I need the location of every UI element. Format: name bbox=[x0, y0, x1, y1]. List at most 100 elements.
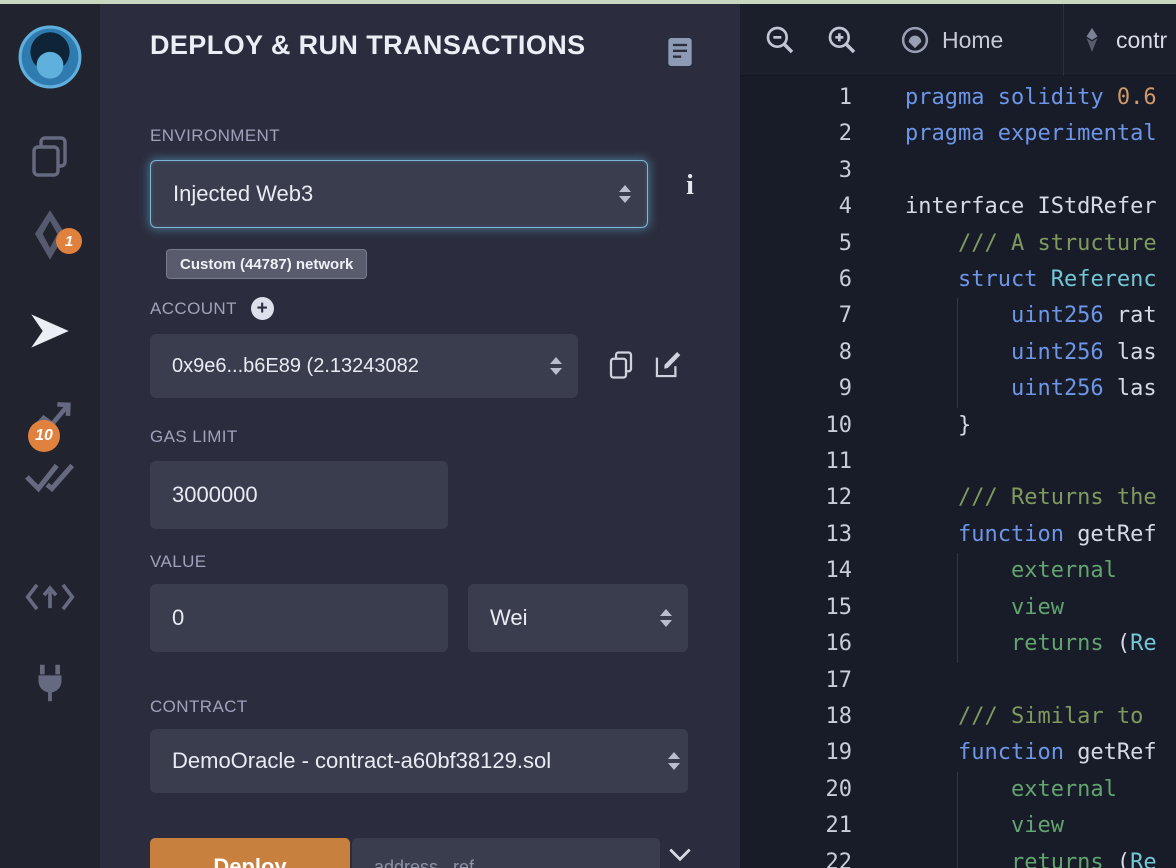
line-numbers: 1 2 3 4 5 6 7 8 9 10 11 12 13 14 15 16 17 18 19 20 21 22 bbox=[740, 80, 853, 868]
code-line[interactable]: uint256 las bbox=[905, 371, 1157, 407]
code-line[interactable]: uint256 las bbox=[905, 335, 1157, 371]
code-line[interactable]: interface IStdRefer bbox=[905, 189, 1157, 225]
chevron-updown-icon bbox=[550, 357, 562, 375]
code-token: uint256 bbox=[905, 376, 1117, 402]
zoom-in-button[interactable] bbox=[826, 24, 858, 61]
compiler-badge: 1 bbox=[56, 228, 82, 254]
code-line[interactable]: struct Referenc bbox=[905, 262, 1157, 298]
account-select[interactable]: 0x9e6...b6E89 (2.13243082 bbox=[150, 334, 578, 398]
contract-label: CONTRACT bbox=[150, 697, 248, 716]
network-badge: Custom (44787) network bbox=[166, 249, 368, 279]
code-line[interactable]: pragma solidity 0.6 bbox=[905, 80, 1157, 116]
solidity-compiler-button[interactable]: 1 bbox=[0, 208, 100, 264]
line-number: 2 bbox=[838, 121, 852, 147]
code-line[interactable]: function getRef bbox=[905, 517, 1157, 553]
line-number: 17 bbox=[825, 667, 853, 693]
environment-select[interactable]: Injected Web3 bbox=[150, 160, 648, 228]
code-token: 0.6 bbox=[1116, 85, 1157, 110]
remix-ide-window: 1 10 DEPLOY & RUN TRANSACTIONS ENVIRONME… bbox=[0, 0, 1176, 868]
constructor-args-field bbox=[352, 838, 660, 868]
plug-icon bbox=[38, 664, 62, 702]
code-token: getRef bbox=[1077, 521, 1157, 547]
edit-account-icon[interactable] bbox=[652, 348, 684, 387]
line-number: 16 bbox=[825, 631, 853, 657]
constructor-args-input[interactable] bbox=[352, 838, 660, 868]
tab-contract[interactable]: contr bbox=[1080, 4, 1176, 76]
file-explorer-icon bbox=[32, 136, 67, 177]
account-value: 0x9e6...b6E89 (2.13243082 bbox=[172, 354, 419, 377]
code-token: ( bbox=[1116, 631, 1131, 657]
code-line[interactable]: uint256 rat bbox=[905, 298, 1157, 334]
file-explorer-button[interactable] bbox=[0, 133, 100, 181]
gas-limit-input[interactable] bbox=[150, 461, 448, 529]
line-number: 1 bbox=[838, 85, 852, 110]
remix-logo bbox=[0, 24, 100, 90]
double-check-icon bbox=[25, 463, 75, 493]
sourcify-button[interactable] bbox=[0, 576, 100, 618]
value-input[interactable] bbox=[150, 584, 448, 652]
code-line[interactable]: /// Returns the bbox=[905, 480, 1157, 516]
zoom-out-button[interactable] bbox=[764, 24, 796, 61]
code-token: las bbox=[1116, 339, 1157, 365]
value-unit: Wei bbox=[490, 605, 528, 630]
code-line[interactable]: returns (Re bbox=[905, 845, 1157, 868]
code-token: uint256 bbox=[905, 339, 1117, 365]
code-line[interactable]: view bbox=[905, 808, 1157, 844]
line-number: 9 bbox=[838, 376, 852, 402]
analysis-button[interactable]: 10 bbox=[0, 394, 100, 452]
line-number: 10 bbox=[825, 412, 853, 438]
code-token: pragma experimental bbox=[905, 121, 1157, 147]
code-line[interactable]: /// A structure bbox=[905, 226, 1157, 262]
gas-limit-label: GAS LIMIT bbox=[150, 427, 238, 446]
code-line[interactable] bbox=[905, 153, 1157, 189]
code-token: /// Returns the bbox=[905, 485, 1157, 511]
code-token: Referenc bbox=[1050, 267, 1157, 293]
line-number: 21 bbox=[825, 813, 853, 839]
expand-args-icon[interactable] bbox=[666, 846, 694, 868]
code-line[interactable]: function getRef bbox=[905, 735, 1157, 771]
code-token: external bbox=[905, 776, 1117, 802]
line-number: 19 bbox=[825, 740, 853, 766]
line-number: 3 bbox=[838, 157, 852, 183]
code-line[interactable]: } bbox=[905, 408, 1157, 444]
contract-select[interactable]: DemoOracle - contract-a60bf38129.sol bbox=[150, 729, 688, 793]
code-line[interactable]: external bbox=[905, 553, 1157, 589]
value-label: VALUE bbox=[150, 552, 207, 571]
code-token: /// Similar to bbox=[905, 703, 1144, 729]
tab-divider bbox=[1063, 4, 1064, 76]
code-line[interactable]: external bbox=[905, 772, 1157, 808]
info-icon[interactable]: i bbox=[678, 170, 702, 204]
code-line[interactable]: returns (Re bbox=[905, 626, 1157, 662]
code-line[interactable] bbox=[905, 444, 1157, 480]
chevron-updown-icon bbox=[660, 609, 672, 627]
home-remix-icon bbox=[901, 26, 929, 54]
account-label: ACCOUNT + bbox=[150, 297, 274, 320]
line-number: 12 bbox=[825, 485, 853, 511]
code-line[interactable]: pragma experimental bbox=[905, 116, 1157, 152]
documentation-icon[interactable] bbox=[666, 36, 694, 73]
contract-value: DemoOracle - contract-a60bf38129.sol bbox=[172, 748, 552, 773]
copy-account-icon[interactable] bbox=[606, 348, 636, 387]
unit-testing-button[interactable] bbox=[0, 456, 100, 498]
line-number: 14 bbox=[825, 558, 853, 584]
value-unit-select[interactable]: Wei bbox=[468, 584, 688, 652]
environment-label: ENVIRONMENT bbox=[150, 126, 281, 145]
line-number: 4 bbox=[838, 194, 852, 220]
line-number: 8 bbox=[838, 339, 852, 365]
line-number: 7 bbox=[838, 303, 852, 329]
deploy-button[interactable]: Deploy bbox=[150, 838, 350, 868]
code-area[interactable]: 1 2 3 4 5 6 7 8 9 10 11 12 13 14 15 16 17 18 19 20 21 22 prag… bbox=[740, 76, 1176, 868]
deploy-run-button[interactable] bbox=[0, 306, 100, 356]
code-line[interactable]: /// Similar to bbox=[905, 699, 1157, 735]
code-token: interface IStdRefer bbox=[905, 194, 1157, 220]
plugin-manager-button[interactable] bbox=[0, 660, 100, 706]
code-line[interactable] bbox=[905, 663, 1157, 699]
deploy-run-panel: DEPLOY & RUN TRANSACTIONS ENVIRONMENT In… bbox=[100, 4, 740, 868]
tab-home[interactable]: Home bbox=[900, 4, 1003, 76]
value-field bbox=[150, 584, 448, 652]
add-account-icon[interactable]: + bbox=[250, 297, 274, 320]
line-number: 18 bbox=[825, 703, 853, 729]
code-line[interactable]: view bbox=[905, 590, 1157, 626]
code-token: } bbox=[905, 412, 972, 438]
analysis-badge: 10 bbox=[28, 420, 60, 452]
